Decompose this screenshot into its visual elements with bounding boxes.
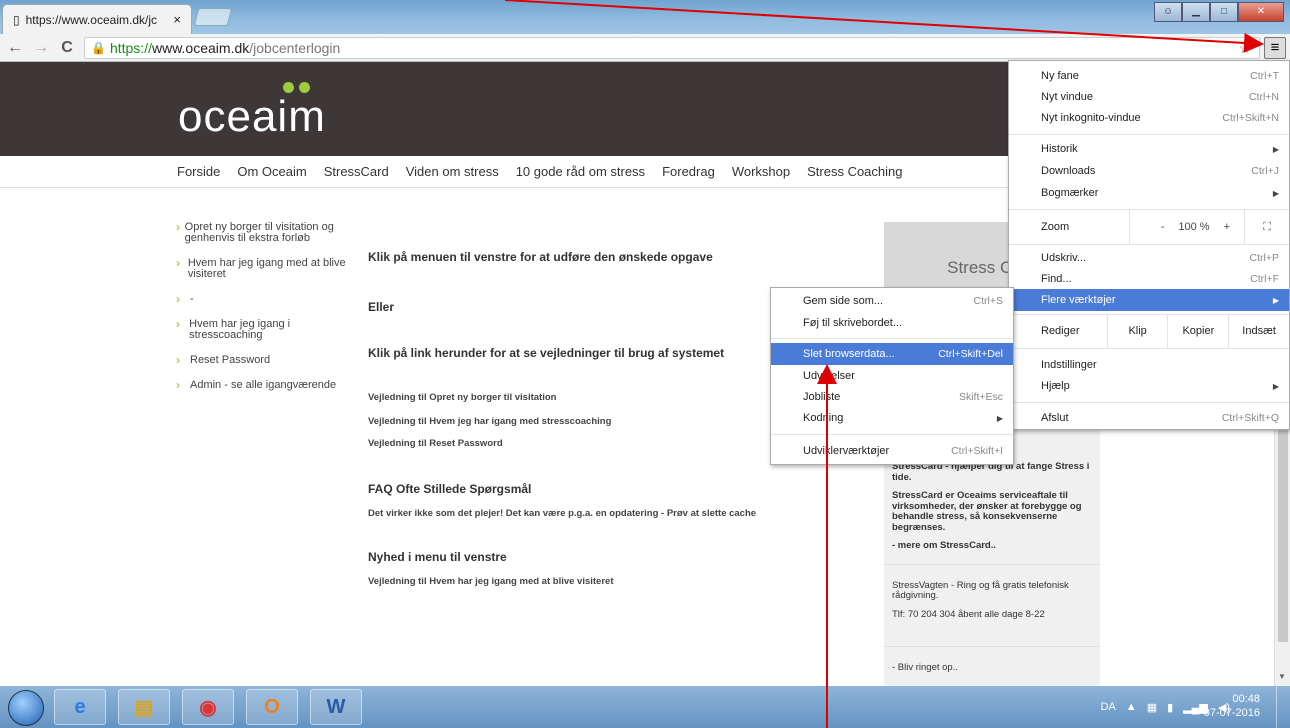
annotation-overlay: [504, 0, 1264, 728]
annotation-arrow-menu: [504, 0, 1264, 53]
